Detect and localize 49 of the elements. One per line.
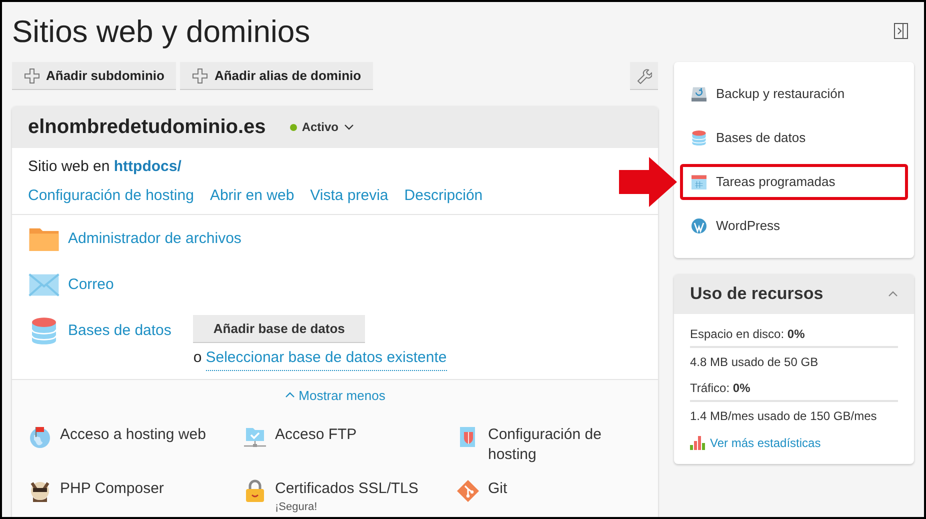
- globe-icon: [28, 425, 52, 449]
- sidebar-item[interactable]: Backup y restauración: [680, 76, 908, 112]
- page-title: Sitios web y dominios: [12, 16, 310, 46]
- usage-detail: 4.8 MB usado de 50 GB: [690, 354, 820, 371]
- sidebar-toggle-icon[interactable]: [894, 23, 908, 39]
- usage-detail: 1.4 MB/mes usado de 150 GB/mes: [690, 408, 878, 425]
- secure-note: ¡Segura!: [275, 501, 318, 513]
- bar-chart-icon: [690, 436, 706, 450]
- or-text: o: [193, 348, 202, 368]
- statistics-link[interactable]: Ver más estadísticas: [690, 434, 898, 452]
- usage-label: Espacio en disco: 0%: [690, 326, 806, 343]
- add-button[interactable]: Añadir subdominio: [12, 62, 176, 90]
- tool-link[interactable]: Certificados SSL/TLS: [275, 479, 435, 499]
- plus-icon: [24, 68, 40, 84]
- usage-label: Tráfico: 0%: [690, 380, 752, 397]
- sidebar-item[interactable]: Bases de datos: [680, 120, 908, 156]
- wrench-button[interactable]: [630, 62, 658, 90]
- action-link[interactable]: Descripción: [404, 184, 483, 208]
- caret-icon: [344, 124, 354, 130]
- folder-link[interactable]: httpdocs/: [114, 158, 182, 175]
- wrench-icon: [636, 68, 652, 84]
- action-link[interactable]: Configuración de hosting: [28, 184, 194, 208]
- add-database-button[interactable]: Añadir base de datos: [193, 315, 365, 343]
- service-link[interactable]: Bases de datos: [68, 315, 172, 347]
- database-icon: [690, 129, 708, 147]
- tool-link[interactable]: Git: [488, 479, 648, 499]
- service-link[interactable]: Administrador de archivos: [68, 223, 242, 255]
- calendar-icon: [690, 173, 708, 191]
- wordpress-icon: [690, 217, 708, 235]
- status-dropdown[interactable]: Activo: [290, 118, 354, 136]
- tool-link[interactable]: Configuración de hosting: [488, 425, 648, 465]
- tool-link[interactable]: PHP Composer: [60, 479, 220, 499]
- tool-link[interactable]: Acceso a hosting web: [60, 425, 220, 445]
- domain-name: elnombredetudominio.es: [28, 115, 266, 140]
- action-link[interactable]: Abrir en web: [210, 184, 294, 208]
- pointer-arrow-icon: [619, 157, 679, 207]
- padlock-icon: [243, 479, 267, 503]
- figure-icon: [28, 479, 52, 503]
- network-folder-icon: [243, 425, 267, 449]
- action-link[interactable]: Vista previa: [310, 184, 388, 208]
- service-link[interactable]: Correo: [68, 269, 114, 301]
- add-button[interactable]: Añadir alias de dominio: [180, 62, 374, 90]
- tool-link[interactable]: Acceso FTP: [275, 425, 435, 445]
- sidebar-item[interactable]: WordPress: [680, 208, 908, 244]
- select-database-link[interactable]: Seleccionar base de datos existente: [206, 347, 447, 370]
- disk-restore-icon: [690, 85, 708, 103]
- panel-title: Uso de recursos: [690, 283, 824, 306]
- git-icon: [456, 479, 480, 503]
- plus-icon: [192, 68, 208, 84]
